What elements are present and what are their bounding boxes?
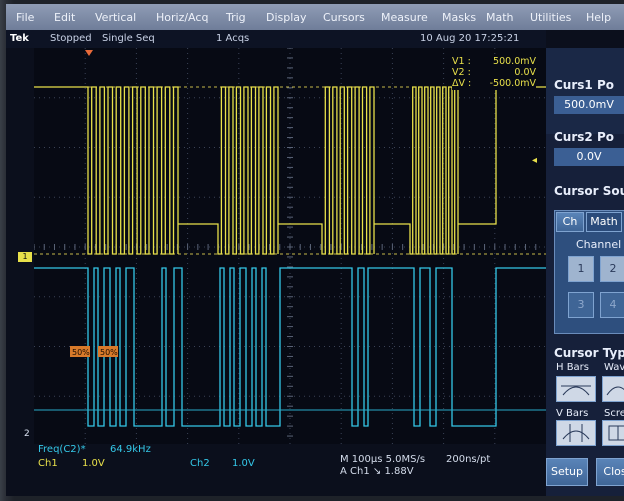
vbars-label: V Bars <box>556 408 589 419</box>
cursor-arrow-icon: ◂ <box>532 155 538 166</box>
ref-level-2-label: 50% <box>100 348 118 357</box>
tab-ch[interactable]: Ch <box>556 212 584 232</box>
curs1-value[interactable]: 500.0mV <box>554 96 624 114</box>
tab-math[interactable]: Math <box>586 212 622 232</box>
menu-horiz-acq[interactable]: Horiz/Acq <box>156 11 208 24</box>
trigger-readout[interactable]: A Ch1 ↘ 1.88V <box>340 466 414 477</box>
meas-value: 64.9kHz <box>110 444 151 455</box>
v2-label: V2 : <box>452 67 471 78</box>
menu-bar: File Edit Vertical Horiz/Acq Trig Displa… <box>6 4 624 30</box>
close-button[interactable]: Clos <box>596 458 624 486</box>
menu-measure[interactable]: Measure <box>381 11 428 24</box>
cursor-readout: V1 : 500.0mV V2 : 0.0V ΔV : -500.0mV <box>452 56 536 90</box>
curs2-title: Curs2 Po <box>554 130 614 144</box>
curs2-value[interactable]: 0.0V <box>554 148 624 166</box>
meas-label: Freq(C2)* <box>38 444 86 455</box>
ch2-scale[interactable]: 1.0V <box>232 458 255 469</box>
screen-label: Scre <box>604 408 624 419</box>
cursor-control-panel: Curs1 Po 500.0mV Curs2 Po 0.0V Cursor So… <box>546 48 624 496</box>
hbars-button[interactable] <box>556 376 596 402</box>
acq-state: Stopped <box>50 33 92 44</box>
vbars-icon <box>562 424 590 442</box>
ch1-scale[interactable]: 1.0V <box>82 458 105 469</box>
channel-button-3[interactable]: 3 <box>568 292 594 318</box>
acq-count: 1 Acqs <box>216 33 250 44</box>
ref-level-1-label: 50% <box>72 348 90 357</box>
v2-value: 0.0V <box>514 67 536 78</box>
curs1-title: Curs1 Po <box>554 78 614 92</box>
menu-file[interactable]: File <box>16 11 34 24</box>
wave-label: Wave <box>604 362 624 373</box>
date-time: 10 Aug 20 17:25:21 <box>420 33 520 44</box>
menu-display[interactable]: Display <box>266 11 307 24</box>
hbars-label: H Bars <box>556 362 590 373</box>
dv-label: ΔV : <box>452 78 472 89</box>
menu-math[interactable]: Math <box>486 11 514 24</box>
channel-button-1[interactable]: 1 <box>568 256 594 282</box>
channel-button-4[interactable]: 4 <box>600 292 624 318</box>
v1-label: V1 : <box>452 56 471 67</box>
readout-area: Freq(C2)* 64.9kHz Ch1 1.0V Ch2 1.0V M 10… <box>6 444 546 496</box>
menu-utilities[interactable]: Utilities <box>530 11 571 24</box>
v1-value: 500.0mV <box>493 56 536 67</box>
menu-edit[interactable]: Edit <box>54 11 75 24</box>
setup-button[interactable]: Setup <box>546 458 588 486</box>
ch2-label[interactable]: Ch2 <box>190 458 210 469</box>
cursor-type-title: Cursor Typ <box>554 346 624 360</box>
menu-cursors[interactable]: Cursors <box>323 11 365 24</box>
wave-icon <box>606 386 624 396</box>
menu-vertical[interactable]: Vertical <box>95 11 136 24</box>
graticule: 50% 50% <box>34 48 546 446</box>
ch2-marker[interactable]: 2 <box>24 429 34 439</box>
menu-help[interactable]: Help <box>586 11 611 24</box>
vbars-button[interactable] <box>556 420 596 446</box>
waveform-button[interactable] <box>602 376 624 402</box>
timebase-readout[interactable]: M 100µs 5.0MS/s <box>340 454 425 465</box>
scope-screen: File Edit Vertical Horiz/Acq Trig Displa… <box>6 4 624 496</box>
channel-label: Channel <box>576 238 622 251</box>
status-bar: Tek Stopped Single Seq 1 Acqs 10 Aug 20 … <box>6 30 546 48</box>
resolution-readout: 200ns/pt <box>446 454 491 465</box>
screen-button[interactable] <box>602 420 624 446</box>
menu-masks[interactable]: Masks <box>442 11 476 24</box>
hbars-icon <box>561 385 591 396</box>
brand-label: Tek <box>10 33 29 44</box>
acq-mode: Single Seq <box>102 33 155 44</box>
dv-value: -500.0mV <box>489 78 536 89</box>
channel-button-2[interactable]: 2 <box>600 256 624 282</box>
ch1-marker[interactable]: 1 <box>18 252 32 262</box>
ch1-label[interactable]: Ch1 <box>38 458 58 469</box>
menu-trig[interactable]: Trig <box>226 11 246 24</box>
screen-icon <box>608 425 624 441</box>
cursor-source-title: Cursor Sou <box>554 184 624 198</box>
